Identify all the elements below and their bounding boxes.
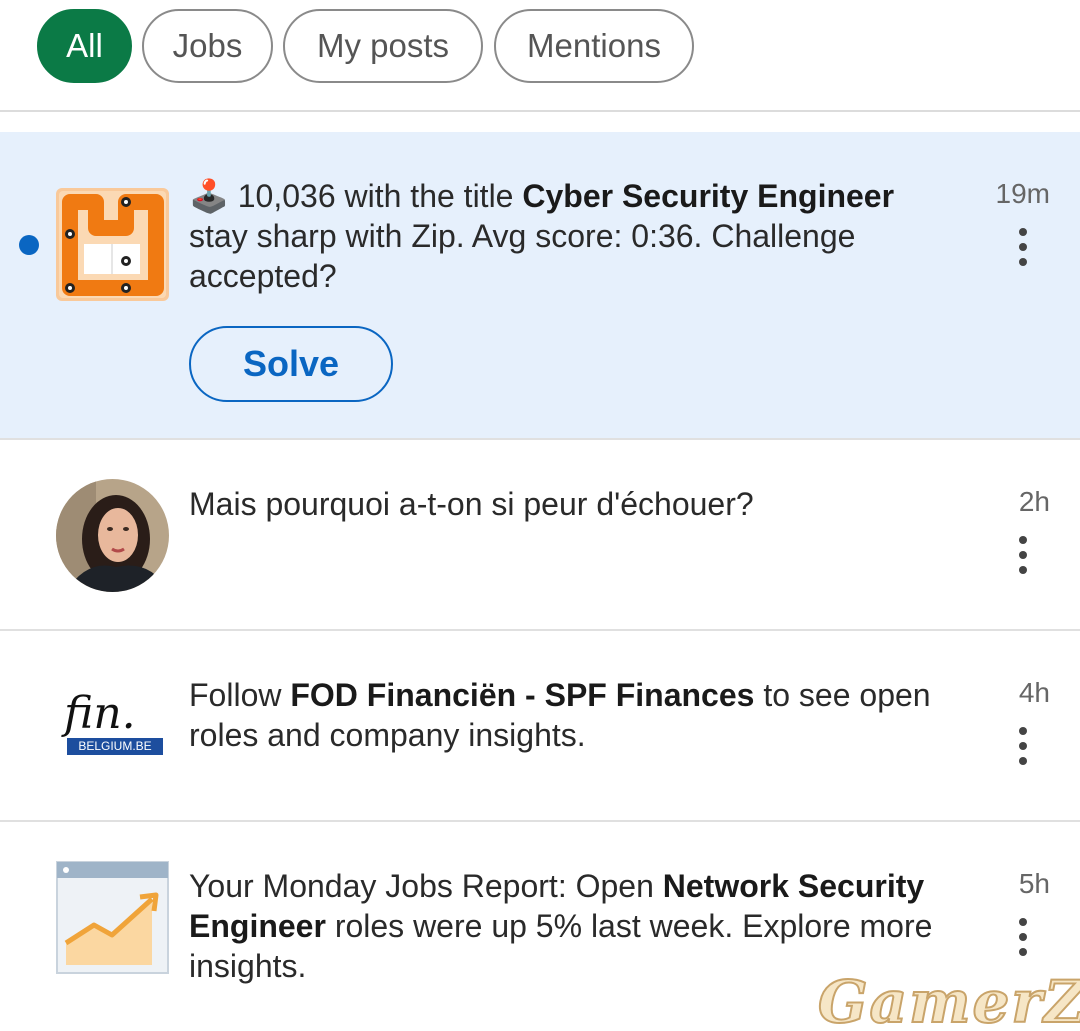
- more-options-icon[interactable]: [1013, 727, 1033, 765]
- timestamp: 2h: [1018, 486, 1050, 517]
- solve-button[interactable]: Solve: [189, 326, 393, 402]
- company-name: FOD Financiën - SPF Finances: [290, 677, 755, 713]
- filter-my-posts[interactable]: My posts: [283, 9, 483, 83]
- notification-text: 🕹️ 10,036 with the title Cyber Security …: [189, 178, 895, 294]
- zip-game-icon: [56, 188, 169, 301]
- timestamp: 4h: [1018, 677, 1050, 708]
- more-options-icon[interactable]: [1013, 918, 1033, 956]
- notification-text: Mais pourquoi a-t-on si peur d'échouer?: [189, 486, 754, 522]
- fin-belgium-logo[interactable]: fin. BELGIUM.BE: [56, 670, 169, 783]
- filter-jobs[interactable]: Jobs: [142, 9, 273, 83]
- filter-bar: All Jobs My posts Mentions: [0, 0, 1080, 112]
- more-options-icon[interactable]: [1013, 228, 1033, 266]
- notification-item[interactable]: 🕹️ 10,036 with the title Cyber Security …: [0, 132, 1080, 440]
- job-title: Cyber Security Engineer: [522, 178, 895, 214]
- filter-all[interactable]: All: [37, 9, 132, 83]
- watermark-logo: GamerZ: [817, 967, 1080, 1031]
- growth-chart-icon: [56, 861, 169, 974]
- profile-avatar[interactable]: [56, 479, 169, 592]
- filter-mentions[interactable]: Mentions: [494, 9, 694, 83]
- notification-item[interactable]: Mais pourquoi a-t-on si peur d'échouer? …: [0, 440, 1080, 631]
- timestamp: 19m: [995, 178, 1050, 209]
- timestamp: 5h: [1018, 868, 1050, 899]
- unread-dot-icon: [19, 235, 39, 255]
- notification-item[interactable]: fin. BELGIUM.BE Follow FOD Financiën - S…: [0, 631, 1080, 822]
- joystick-icon: 🕹️: [189, 178, 229, 214]
- more-options-icon[interactable]: [1013, 536, 1033, 574]
- notification-text: Follow FOD Financiën - SPF Finances to s…: [189, 677, 931, 753]
